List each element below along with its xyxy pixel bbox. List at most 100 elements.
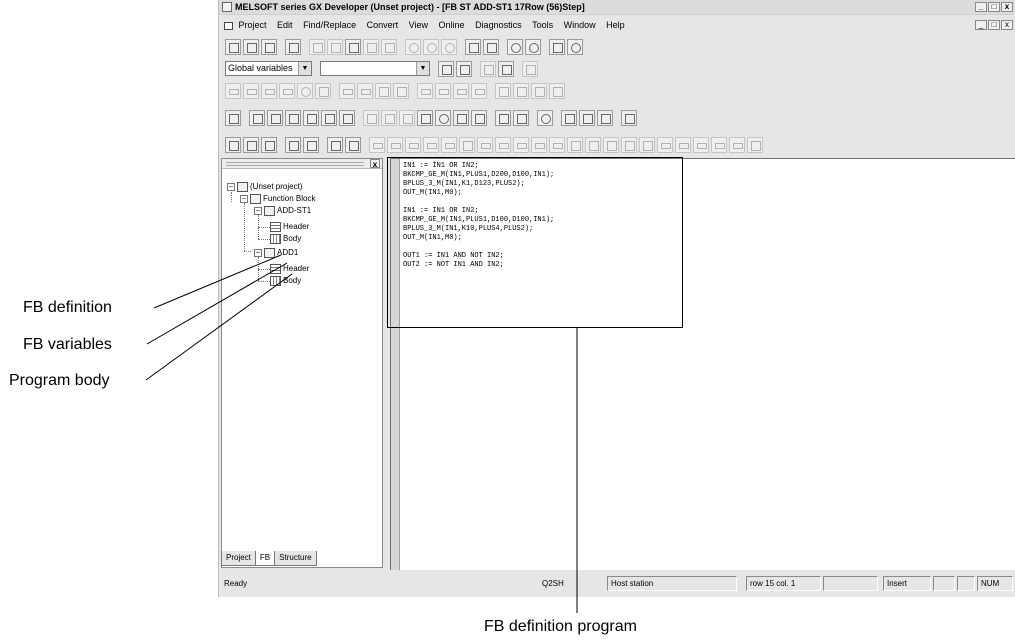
undo-icon[interactable] — [363, 38, 379, 55]
invert-operation-icon[interactable] — [495, 82, 511, 99]
tree-item-add-st1-body[interactable]: Body — [270, 233, 301, 244]
device-batch-icon[interactable] — [579, 109, 595, 126]
parallel-closed-contact-icon[interactable] — [279, 82, 295, 99]
read-mode-icon[interactable] — [285, 109, 301, 126]
maximize-button[interactable]: □ — [988, 2, 1000, 12]
cross-reference-icon[interactable] — [441, 38, 457, 55]
coil-icon[interactable] — [297, 82, 313, 99]
find-device-icon[interactable] — [405, 38, 421, 55]
sfc-end-icon[interactable] — [621, 136, 637, 153]
tree-item-add1-header[interactable]: Header — [270, 263, 309, 274]
label-table-icon[interactable] — [498, 60, 514, 77]
sfc-line-e-icon[interactable] — [729, 136, 745, 153]
find-instruction-icon[interactable] — [423, 38, 439, 55]
ladder-sf8-icon[interactable] — [531, 136, 547, 153]
closed-contact-icon[interactable] — [261, 82, 277, 99]
menu-find-replace[interactable]: Find/Replace — [303, 17, 356, 33]
comment-display-icon[interactable] — [363, 109, 379, 126]
sfc-step-icon[interactable] — [567, 136, 583, 153]
parallel-rising-pulse-icon[interactable] — [453, 82, 469, 99]
new-project-icon[interactable] — [225, 38, 241, 55]
chevron-down-icon[interactable]: ▼ — [298, 62, 311, 75]
transfer-setup-icon[interactable] — [561, 109, 577, 126]
parallel-falling-pulse-icon[interactable] — [471, 82, 487, 99]
step-icon[interactable] — [453, 109, 469, 126]
close-icon[interactable]: x — [370, 159, 380, 169]
doc-maximize-button[interactable]: □ — [988, 20, 1000, 30]
tree-item-function-block[interactable]: – Function Block — [240, 193, 315, 204]
monitor-write-mode-icon[interactable] — [339, 109, 355, 126]
redo-icon[interactable] — [381, 38, 397, 55]
entry-data-monitor-icon[interactable] — [597, 109, 613, 126]
sfc-branch-icon[interactable] — [639, 136, 655, 153]
tree-item-add-st1-header[interactable]: Header — [270, 221, 309, 232]
ladder-sf7-icon[interactable] — [513, 136, 529, 153]
parallel-open-contact-icon[interactable] — [243, 82, 259, 99]
menu-help[interactable]: Help — [606, 17, 625, 33]
statement-display-icon[interactable] — [381, 109, 397, 126]
tab-project[interactable]: Project — [221, 551, 256, 566]
paste-icon[interactable] — [345, 38, 361, 55]
project-data-list-icon[interactable] — [225, 136, 241, 153]
menu-edit[interactable]: Edit — [277, 17, 293, 33]
fb-properties-icon[interactable] — [438, 60, 454, 77]
application-instruction-icon[interactable] — [315, 82, 331, 99]
write-to-plc-icon[interactable] — [483, 38, 499, 55]
ladder-f6-icon[interactable] — [387, 136, 403, 153]
note-display-icon[interactable] — [399, 109, 415, 126]
menu-diagnostics[interactable]: Diagnostics — [475, 17, 522, 33]
structure-list-icon[interactable] — [261, 136, 277, 153]
collapse-icon[interactable]: – — [227, 182, 235, 191]
tab-structure[interactable]: Structure — [274, 551, 317, 566]
tree-item-add-st1[interactable]: – ADD-ST1 — [254, 205, 311, 216]
sfc-line-b-icon[interactable] — [675, 136, 691, 153]
tree-item-project[interactable]: – (Unset project) — [227, 181, 302, 192]
fb-header-icon[interactable] — [327, 136, 343, 153]
ladder-mode-icon[interactable] — [225, 109, 241, 126]
menu-convert[interactable]: Convert — [367, 17, 399, 33]
ladder-f8-icon[interactable] — [423, 136, 439, 153]
collapse-icon[interactable]: – — [254, 248, 262, 257]
horizontal-line-icon[interactable] — [339, 82, 355, 99]
line-draw-icon[interactable] — [513, 82, 529, 99]
alias-display-icon[interactable] — [417, 109, 433, 126]
statement-icon[interactable] — [522, 60, 538, 77]
monitor-mode-icon[interactable] — [321, 109, 337, 126]
ladder-f9-icon[interactable] — [441, 136, 457, 153]
monitor-status-icon[interactable] — [435, 109, 451, 126]
ladder-delete-icon[interactable] — [459, 136, 475, 153]
pane-grip[interactable] — [222, 159, 382, 169]
sfc-line-d-icon[interactable] — [711, 136, 727, 153]
sfc-line-a-icon[interactable] — [657, 136, 673, 153]
fb-tree-icon[interactable] — [456, 60, 472, 77]
ladder-f7-icon[interactable] — [405, 136, 421, 153]
delete-horizontal-line-icon[interactable] — [375, 82, 391, 99]
chevron-down-icon[interactable]: ▼ — [416, 62, 429, 75]
ladder-sf5-icon[interactable] — [477, 136, 493, 153]
sfc-mode-icon[interactable] — [267, 109, 283, 126]
fb-body-icon[interactable] — [345, 136, 361, 153]
sfc-jump-icon[interactable] — [603, 136, 619, 153]
pulse-operation-icon[interactable] — [549, 82, 565, 99]
ladder-f5-icon[interactable] — [369, 136, 385, 153]
tab-fb[interactable]: FB — [254, 551, 276, 566]
menu-online[interactable]: Online — [439, 17, 465, 33]
online-program-change-icon[interactable] — [537, 109, 553, 126]
copy-icon[interactable] — [327, 38, 343, 55]
sfc-transition-icon[interactable] — [585, 136, 601, 153]
ladder-view-icon[interactable] — [549, 38, 565, 55]
line-delete-icon[interactable] — [531, 82, 547, 99]
doc-minimize-button[interactable]: _ — [975, 20, 987, 30]
save-icon[interactable] — [261, 38, 277, 55]
vertical-line-icon[interactable] — [357, 82, 373, 99]
rising-pulse-icon[interactable] — [417, 82, 433, 99]
tree-item-add1[interactable]: – ADD1 — [254, 247, 298, 258]
open-project-icon[interactable] — [243, 38, 259, 55]
falling-pulse-icon[interactable] — [435, 82, 451, 99]
buffer-memory-icon[interactable] — [621, 109, 637, 126]
variable-select-combo[interactable]: ▼ — [320, 61, 430, 76]
menu-project[interactable]: Project — [239, 17, 267, 33]
program-check-icon[interactable] — [495, 109, 511, 126]
sample-trace-icon[interactable] — [471, 109, 487, 126]
print-icon[interactable] — [285, 38, 301, 55]
